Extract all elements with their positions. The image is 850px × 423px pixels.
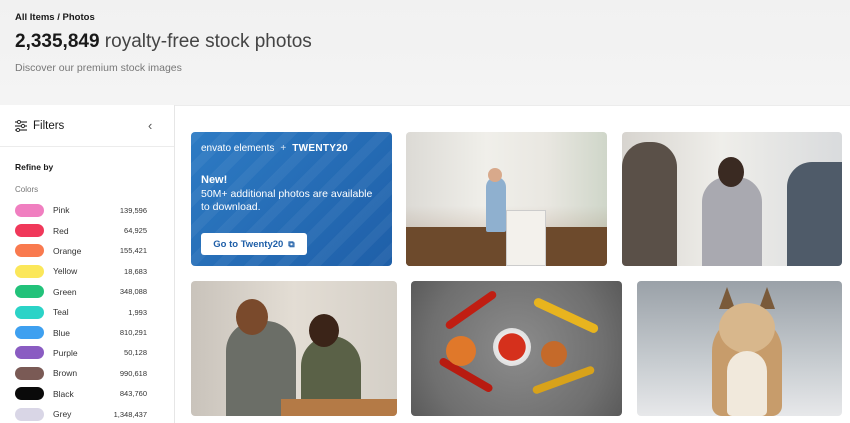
color-name: Black [53, 388, 74, 399]
go-to-twenty20-label: Go to Twenty20 [213, 238, 284, 250]
color-swatch [15, 305, 44, 319]
photo-woman-right-head [309, 314, 339, 347]
filters-sliders-icon [15, 120, 27, 132]
color-name: Purple [53, 347, 78, 358]
color-filter-red[interactable]: Red 64,925 [15, 220, 147, 240]
color-name: Red [53, 225, 69, 236]
color-name: Brown [53, 368, 78, 379]
page-header: All Items / Photos 2,335,849 royalty-fre… [0, 0, 850, 105]
color-filter-black[interactable]: Black 843,760 [15, 384, 147, 404]
photo-chili [532, 296, 600, 335]
photo-lynx-chest [727, 351, 767, 416]
color-name: Pink [53, 205, 70, 216]
color-name: Teal [53, 307, 69, 318]
color-count: 155,421 [119, 246, 147, 256]
brand-plus: + [280, 143, 287, 154]
color-swatch [15, 285, 44, 299]
color-filter-green[interactable]: Green 348,088 [15, 282, 147, 302]
photo-person-center-head [718, 157, 744, 187]
breadcrumb-separator: / [57, 12, 60, 23]
twenty20-logo: TWENTY20 [292, 143, 348, 154]
photo-chili [444, 289, 498, 331]
page-subtitle: Discover our premium stock images [15, 62, 182, 74]
page-title-text: royalty-free stock photos [99, 31, 312, 52]
color-count: 50,128 [124, 348, 147, 358]
color-name: Green [53, 286, 77, 297]
photo-card-chili-spices[interactable] [411, 281, 622, 416]
color-swatch [15, 224, 44, 238]
photo-woman-left-head [236, 299, 268, 335]
photo-person-left [622, 142, 677, 266]
photo-person-right [787, 162, 842, 266]
color-filter-purple[interactable]: Purple 50,128 [15, 343, 147, 363]
photo-card-lynx[interactable] [637, 281, 842, 416]
photo-card-pottery-women[interactable] [191, 281, 397, 416]
color-name: Orange [53, 245, 82, 256]
color-count: 810,291 [119, 328, 147, 338]
twenty20-promo-card[interactable]: envato elements + TWENTY20 New! 50M+ addit… [191, 132, 392, 266]
color-count: 843,760 [119, 389, 147, 399]
photo-spice-powder [541, 341, 567, 367]
chevron-left-icon[interactable]: ‹ [148, 119, 158, 132]
color-swatch [15, 264, 44, 278]
go-to-twenty20-button[interactable]: Go to Twenty20 ⧉ [201, 233, 307, 255]
photo-card-therapy-session[interactable] [622, 132, 842, 266]
photo-count: 2,335,849 [15, 31, 100, 52]
color-swatch [15, 346, 44, 360]
breadcrumb-photos[interactable]: Photos [63, 12, 95, 23]
header-divider [175, 105, 850, 106]
photo-person [486, 177, 506, 232]
color-swatch [15, 203, 44, 217]
breadcrumb-all-items[interactable]: All Items [15, 12, 55, 23]
page-title: 2,335,849 royalty-free stock photos [15, 31, 312, 53]
color-filter-blue[interactable]: Blue 810,291 [15, 322, 147, 342]
photo-cabinet [506, 210, 546, 266]
external-link-icon: ⧉ [288, 238, 295, 249]
color-filter-pink[interactable]: Pink 139,596 [15, 200, 147, 220]
colors-label: Colors [15, 185, 39, 194]
color-filter-orange[interactable]: Orange 155,421 [15, 241, 147, 261]
color-count: 990,618 [119, 368, 147, 378]
breadcrumb: All Items / Photos [15, 12, 95, 23]
photo-person-center [702, 177, 762, 266]
envato-elements-logo: envato elements [201, 143, 275, 154]
color-swatch [15, 244, 44, 258]
color-swatch [15, 326, 44, 340]
color-count: 1,993 [128, 307, 147, 317]
photo-table [281, 399, 397, 416]
promo-brand-logos: envato elements + TWENTY20 [201, 143, 348, 154]
promo-new-label: New! [201, 174, 228, 186]
photo-lynx-face [719, 303, 775, 353]
promo-description: 50M+ additional photos are available to … [201, 188, 373, 213]
color-filter-teal[interactable]: Teal 1,993 [15, 302, 147, 322]
color-count: 1,348,437 [113, 409, 147, 419]
filters-label: Filters [33, 120, 65, 132]
color-count: 64,925 [124, 226, 147, 236]
color-swatch [15, 366, 44, 380]
color-filter-grey[interactable]: Grey 1,348,437 [15, 404, 147, 423]
color-name: Yellow [53, 266, 78, 277]
color-swatch [15, 407, 44, 421]
color-name: Grey [53, 409, 72, 420]
photo-chili [531, 365, 596, 395]
color-filter-list: Pink 139,596 Red 64,925 Orange 155,421 Yell… [15, 200, 147, 423]
filters-header: Filters ‹ [0, 105, 174, 147]
filters-sidebar: Filters ‹ Refine by Colors Pink 139,596 R… [0, 105, 175, 423]
photo-card-kitchen[interactable] [406, 132, 607, 266]
color-name: Blue [53, 327, 71, 338]
color-count: 18,683 [124, 266, 147, 276]
refine-by-label: Refine by [15, 162, 54, 172]
color-filter-yellow[interactable]: Yellow 18,683 [15, 261, 147, 281]
photo-person-head [488, 168, 502, 182]
photo-sauce-bowl [493, 328, 531, 366]
color-count: 139,596 [119, 205, 147, 215]
photo-spice-powder [446, 336, 476, 366]
color-count: 348,088 [119, 287, 147, 297]
color-swatch [15, 387, 44, 401]
color-filter-brown[interactable]: Brown 990,618 [15, 363, 147, 383]
